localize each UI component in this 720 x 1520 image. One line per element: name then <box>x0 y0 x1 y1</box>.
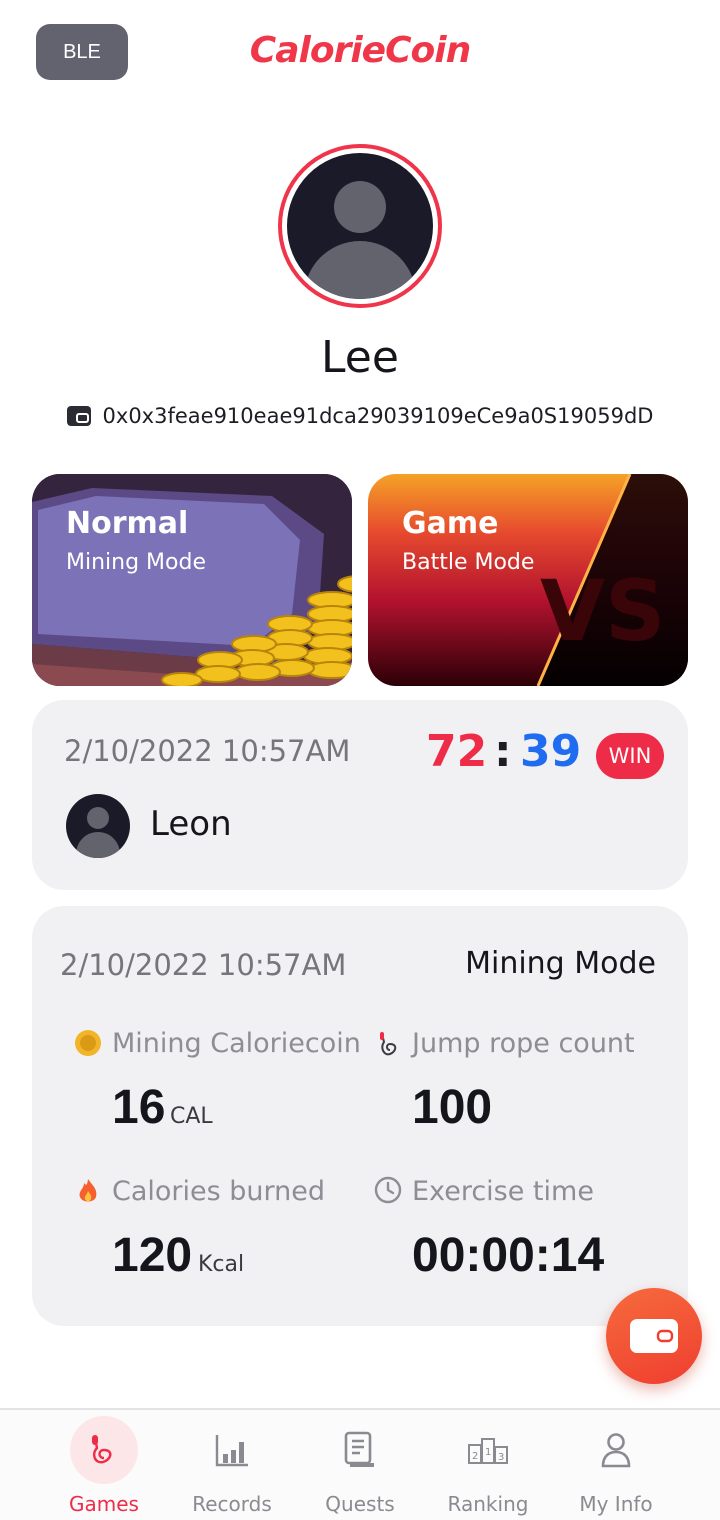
battle-date: 2/10/2022 10:57AM <box>64 734 351 768</box>
opponent-avatar <box>66 794 130 858</box>
profile-avatar[interactable] <box>278 144 442 308</box>
nav-quests[interactable]: Quests <box>296 1410 424 1520</box>
coin-icon <box>75 1030 101 1056</box>
avatar-placeholder-icon <box>287 153 433 299</box>
my-score: 72 <box>426 726 488 777</box>
jump-rope-icon <box>70 1416 138 1484</box>
stat-label: Exercise time <box>412 1176 594 1207</box>
nav-label: Games <box>69 1492 139 1516</box>
stat-unit: Kcal <box>198 1252 245 1277</box>
wallet-address: 0x0x3feae910eae91dca29039109eCe9a0S19059… <box>102 404 654 428</box>
scroll-icon <box>326 1416 394 1484</box>
stat-unit: CAL <box>170 1104 213 1129</box>
stat-label: Calories burned <box>112 1176 326 1207</box>
svg-text:2: 2 <box>472 1451 478 1462</box>
nav-label: Ranking <box>447 1492 529 1516</box>
flame-icon <box>79 1179 97 1202</box>
svg-text:1: 1 <box>485 1447 491 1458</box>
podium-icon: 2 1 3 <box>454 1416 522 1484</box>
nav-games[interactable]: Games <box>40 1410 168 1520</box>
stat-value: 120 <box>112 1229 193 1282</box>
wallet-fab-button[interactable] <box>606 1288 702 1384</box>
mode-subtitle: Mining Mode <box>66 550 206 575</box>
mining-mode-label: Mining Mode <box>465 946 656 981</box>
mode-title: Normal <box>66 506 189 541</box>
stat-label: Jump rope count <box>412 1028 635 1059</box>
bar-chart-icon <box>198 1416 266 1484</box>
profile-name: Lee <box>321 332 399 383</box>
mining-date: 2/10/2022 10:57AM <box>60 948 347 982</box>
versus-text: VS <box>540 562 666 660</box>
mode-title: Game <box>402 506 499 541</box>
stat-value: 100 <box>412 1081 493 1134</box>
normal-mining-mode-card[interactable]: Normal Mining Mode <box>32 474 352 686</box>
opponent-score: 39 <box>520 726 582 777</box>
jump-rope-icon <box>380 1032 397 1056</box>
wallet-icon <box>66 406 91 426</box>
clock-icon <box>374 1176 402 1204</box>
stat-value: 00:00:14 <box>412 1229 605 1282</box>
stat-label: Mining Caloriecoin <box>112 1028 361 1059</box>
nav-my-info[interactable]: My Info <box>552 1410 680 1520</box>
result-badge: WIN <box>596 733 664 779</box>
battle-record-card[interactable]: 2/10/2022 10:57AM 72 : 39 WIN Leon <box>32 700 688 890</box>
person-icon <box>582 1416 650 1484</box>
game-battle-mode-card[interactable]: VS VS Game Battle Mode <box>368 474 688 686</box>
stat-value: 16 <box>112 1081 166 1134</box>
score-separator: : <box>494 726 512 777</box>
nav-label: Records <box>192 1492 272 1516</box>
nav-label: Quests <box>325 1492 395 1516</box>
opponent-name: Leon <box>150 804 232 844</box>
nav-ranking[interactable]: 2 1 3 Ranking <box>424 1410 552 1520</box>
mining-record-card[interactable]: 2/10/2022 10:57AM Mining Mode Mining Cal… <box>32 906 688 1326</box>
nav-records[interactable]: Records <box>168 1410 296 1520</box>
nav-label: My Info <box>579 1492 653 1516</box>
mode-subtitle: Battle Mode <box>402 550 535 575</box>
wallet-icon <box>630 1319 678 1353</box>
app-logo: CalorieCoin <box>249 30 471 71</box>
svg-text:3: 3 <box>498 1452 504 1463</box>
bottom-navigation: Games Records Quests 2 1 3 Ranking My In… <box>0 1408 720 1520</box>
wallet-address-row[interactable]: 0x0x3feae910eae91dca29039109eCe9a0S19059… <box>0 404 720 428</box>
